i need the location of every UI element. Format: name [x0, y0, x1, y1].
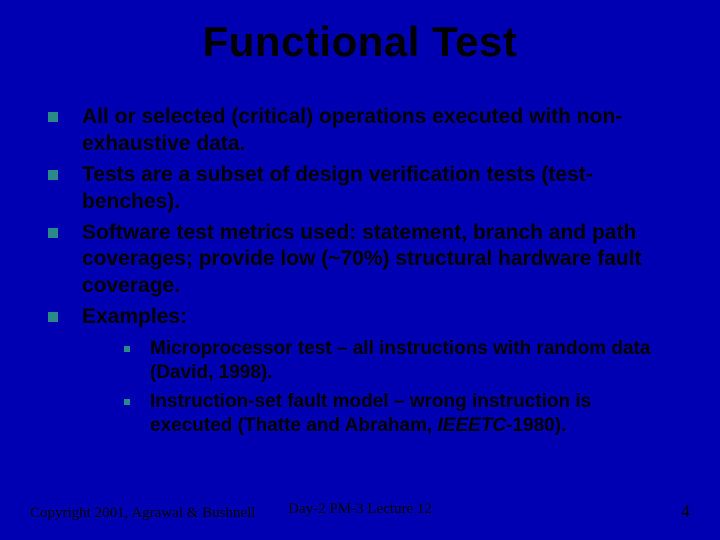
bullet-text: Software test metrics used: statement, b… [82, 220, 672, 301]
footer-page-number: 4 [681, 501, 690, 522]
sub-bullet-text: Instruction-set fault model – wrong inst… [150, 390, 672, 439]
slide-footer: Copyright 2001, Agrawal & Bushnell Day-2… [0, 501, 720, 522]
bullet-text: Tests are a subset of design verificatio… [82, 162, 672, 216]
bullet-text: Examples: [82, 304, 187, 331]
bullet-icon [48, 170, 58, 180]
bullet-text: All or selected (critical) operations ex… [82, 104, 672, 158]
sub-bullet-icon [124, 346, 130, 352]
footer-lecture: Day-2 PM-3 Lecture 12 [288, 501, 432, 518]
slide-title: Functional Test [0, 0, 720, 66]
sub-bullet-icon [124, 399, 130, 405]
slide-body: All or selected (critical) operations ex… [0, 66, 720, 438]
bullet-icon [48, 312, 58, 322]
bullet-icon [48, 112, 58, 122]
bullet-icon [48, 228, 58, 238]
sub-bullet-text: Microprocessor test – all instructions w… [150, 337, 672, 386]
footer-copyright: Copyright 2001, Agrawal & Bushnell [30, 505, 255, 522]
